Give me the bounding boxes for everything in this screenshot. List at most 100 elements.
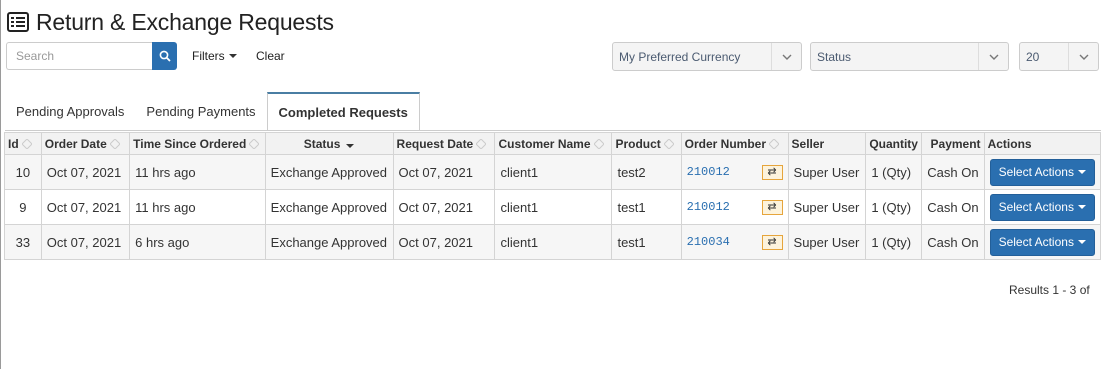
results-count: Results 1 - 3 of	[1009, 283, 1090, 297]
exchange-icon[interactable]: ⇄	[761, 164, 783, 180]
caret-down-icon	[1077, 205, 1086, 209]
page-size-value: 20	[1026, 49, 1040, 64]
tab-pending-approvals[interactable]: Pending Approvals	[5, 92, 135, 130]
filters-dropdown[interactable]: Filters	[192, 49, 237, 63]
cell-request-date: Oct 07, 2021	[392, 154, 496, 190]
select-actions-button[interactable]: Select Actions	[989, 228, 1095, 256]
cell-time-since: 11 hrs ago	[129, 154, 266, 190]
cell-seller: Super User	[787, 224, 867, 260]
page-size-select[interactable]: 20	[1019, 42, 1099, 71]
currency-select-value: My Preferred Currency	[619, 49, 741, 64]
order-number-link[interactable]: 210012	[687, 165, 730, 179]
sort-icon	[476, 139, 487, 150]
col-header-seller: Seller	[787, 132, 867, 155]
select-actions-button[interactable]: Select Actions	[989, 193, 1095, 221]
tab-pending-payments[interactable]: Pending Payments	[135, 92, 266, 130]
cell-order-date: Oct 07, 2021	[40, 189, 131, 225]
sort-icon	[249, 139, 260, 150]
table-row: 10 Oct 07, 2021 11 hrs ago Exchange Appr…	[4, 154, 1101, 190]
cell-time-since: 6 hrs ago	[129, 224, 266, 260]
cell-actions: Select Actions	[983, 154, 1101, 190]
exchange-icon[interactable]: ⇄	[761, 199, 783, 215]
col-header-time-since[interactable]: Time Since Ordered	[129, 132, 266, 155]
cell-payment: Cash On	[921, 154, 985, 190]
cell-seller: Super User	[787, 154, 867, 190]
cell-customer: client1	[494, 154, 613, 190]
cell-request-date: Oct 07, 2021	[392, 189, 496, 225]
cell-status: Exchange Approved	[264, 154, 394, 190]
sort-icon	[663, 139, 674, 150]
col-header-actions: Actions	[983, 132, 1101, 155]
sort-icon	[593, 139, 604, 150]
col-header-status[interactable]: Status	[264, 132, 394, 155]
search-input[interactable]	[6, 42, 152, 70]
sort-icon	[21, 139, 32, 150]
filters-label: Filters	[192, 49, 225, 63]
col-header-customer-name[interactable]: Customer Name	[494, 132, 613, 155]
cell-product: test2	[611, 154, 682, 190]
search-icon	[159, 50, 171, 62]
table-row: 33 Oct 07, 2021 6 hrs ago Exchange Appro…	[4, 224, 1101, 260]
cell-order-date: Oct 07, 2021	[40, 154, 131, 190]
cell-order-date: Oct 07, 2021	[40, 224, 131, 260]
col-header-product[interactable]: Product	[611, 132, 682, 155]
page-frame: Return & Exchange Requests Filters Clear…	[0, 0, 1101, 369]
sort-desc-icon	[346, 143, 355, 148]
order-number-link[interactable]: 210034	[687, 235, 730, 249]
caret-down-icon	[1077, 170, 1086, 174]
cell-request-date: Oct 07, 2021	[392, 224, 496, 260]
col-header-payment: Payment	[921, 132, 985, 155]
cell-order-number: 210034 ⇄	[680, 224, 789, 260]
search-button[interactable]	[152, 42, 177, 70]
cell-seller: Super User	[787, 189, 867, 225]
caret-down-icon	[228, 54, 237, 58]
cell-payment: Cash On	[921, 189, 985, 225]
sort-icon	[769, 139, 780, 150]
col-header-request-date[interactable]: Request Date	[392, 132, 496, 155]
col-header-quantity: Quantity	[865, 132, 923, 155]
cell-actions: Select Actions	[983, 224, 1101, 260]
order-number-link[interactable]: 210012	[687, 200, 730, 214]
cell-quantity: 1 (Qty)	[865, 189, 923, 225]
caret-down-icon	[1077, 240, 1086, 244]
tab-divider	[5, 130, 1101, 131]
tab-completed-requests[interactable]: Completed Requests	[266, 92, 420, 131]
col-header-id[interactable]: Id	[4, 132, 42, 155]
cell-product: test1	[611, 189, 682, 225]
table-header-row: Id Order Date Time Since Ordered Status …	[4, 132, 1101, 155]
currency-select[interactable]: My Preferred Currency	[612, 42, 802, 71]
cell-status: Exchange Approved	[264, 224, 394, 260]
cell-id: 33	[4, 224, 42, 260]
select-actions-button[interactable]: Select Actions	[989, 158, 1095, 186]
table-row: 9 Oct 07, 2021 11 hrs ago Exchange Appro…	[4, 189, 1101, 225]
cell-actions: Select Actions	[983, 189, 1101, 225]
cell-quantity: 1 (Qty)	[865, 224, 923, 260]
page-title: Return & Exchange Requests	[36, 8, 334, 35]
search-box	[6, 42, 177, 70]
list-icon	[7, 12, 29, 32]
clear-button[interactable]: Clear	[256, 49, 285, 63]
cell-id: 9	[4, 189, 42, 225]
chevron-down-icon	[1068, 43, 1098, 70]
cell-quantity: 1 (Qty)	[865, 154, 923, 190]
cell-order-number: 210012 ⇄	[680, 189, 789, 225]
cell-customer: client1	[494, 189, 613, 225]
status-select[interactable]: Status	[810, 42, 1009, 71]
cell-customer: client1	[494, 224, 613, 260]
cell-time-since: 11 hrs ago	[129, 189, 266, 225]
cell-status: Exchange Approved	[264, 189, 394, 225]
col-header-order-number[interactable]: Order Number	[680, 132, 789, 155]
status-select-value: Status	[817, 49, 852, 64]
page-header: Return & Exchange Requests	[7, 8, 334, 36]
cell-order-number: 210012 ⇄	[680, 154, 789, 190]
cell-product: test1	[611, 224, 682, 260]
chevron-down-icon	[771, 43, 801, 70]
requests-table: Id Order Date Time Since Ordered Status …	[4, 132, 1101, 260]
cell-payment: Cash On	[921, 224, 985, 260]
chevron-down-icon	[978, 43, 1008, 70]
tab-bar: Pending Approvals Pending Payments Compl…	[5, 92, 420, 131]
col-header-order-date[interactable]: Order Date	[40, 132, 131, 155]
sort-icon	[109, 139, 120, 150]
cell-id: 10	[4, 154, 42, 190]
exchange-icon[interactable]: ⇄	[761, 234, 783, 250]
